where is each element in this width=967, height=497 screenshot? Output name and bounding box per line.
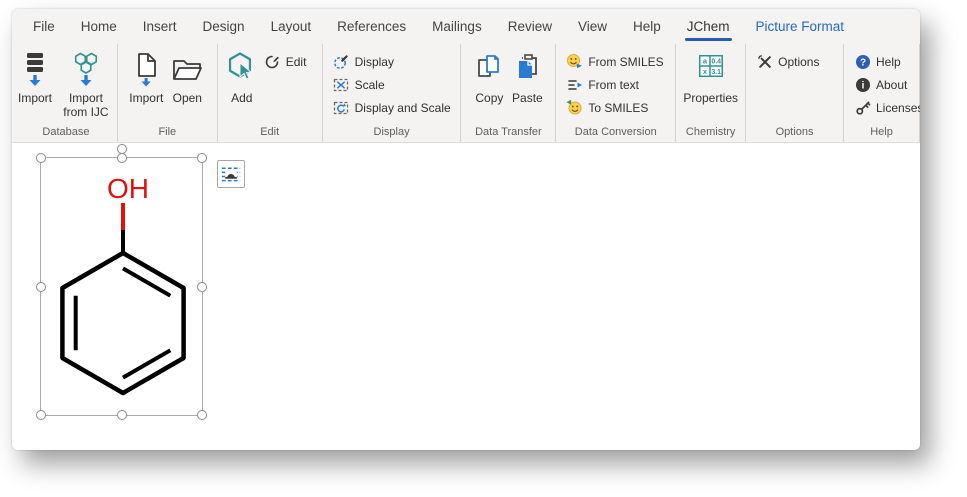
from-smiles-button[interactable]: From SMILES xyxy=(562,50,667,73)
layout-options-button[interactable] xyxy=(217,160,245,188)
hydroxyl-label: OH xyxy=(107,173,149,204)
group-edit: Add Edit Edit xyxy=(218,44,323,142)
ribbon-tab-bar: File Home Insert Design Layout Reference… xyxy=(12,9,920,44)
properties-table-icon: a 0.4 x 3.1 xyxy=(696,50,726,90)
group-label-help: Help xyxy=(844,124,919,142)
group-label-file: File xyxy=(118,124,217,142)
resize-handle-bottom-middle[interactable] xyxy=(117,410,127,420)
tab-file[interactable]: File xyxy=(20,9,68,44)
display-icon xyxy=(333,53,350,70)
tab-review[interactable]: Review xyxy=(495,9,565,44)
group-data-transfer: Copy Paste Data Transfer xyxy=(461,44,556,142)
file-import-icon xyxy=(130,50,162,90)
database-import-button[interactable]: Import xyxy=(15,47,55,105)
tab-view[interactable]: View xyxy=(565,9,620,44)
group-display: Display Scale xyxy=(323,44,462,142)
selected-structure-image[interactable]: OH xyxy=(40,157,203,416)
paste-button[interactable]: Paste xyxy=(508,47,546,105)
layout-options-icon xyxy=(218,161,244,188)
resize-handle-middle-left[interactable] xyxy=(36,282,46,292)
group-label-data-transfer: Data Transfer xyxy=(461,124,555,142)
tab-help[interactable]: Help xyxy=(620,9,674,44)
resize-handle-top-middle[interactable] xyxy=(117,153,127,163)
jchem-ribbon: Import xyxy=(12,44,920,143)
group-data-conversion: From SMILES xyxy=(556,44,676,142)
text-lines-icon xyxy=(566,76,583,93)
tab-mailings[interactable]: Mailings xyxy=(419,9,495,44)
scale-icon xyxy=(333,76,350,93)
tab-references[interactable]: References xyxy=(324,9,419,44)
tab-jchem[interactable]: JChem xyxy=(674,9,743,44)
scale-button[interactable]: Scale xyxy=(329,73,455,96)
tab-picture-format[interactable]: Picture Format xyxy=(743,9,858,44)
document-canvas[interactable]: OH xyxy=(12,143,920,449)
display-button[interactable]: Display xyxy=(329,50,455,73)
resize-handle-bottom-right[interactable] xyxy=(197,410,207,420)
group-label-options: Options xyxy=(746,124,843,142)
copy-icon xyxy=(473,50,505,90)
resize-handle-top-left[interactable] xyxy=(36,153,46,163)
group-label-display: Display xyxy=(323,124,461,142)
edit-structure-button[interactable]: Edit xyxy=(260,50,311,73)
to-smiles-button[interactable]: To SMILES xyxy=(562,96,667,119)
group-help: ? Help i About xyxy=(844,44,920,142)
phenol-structure: OH xyxy=(41,158,204,417)
database-import-icon xyxy=(19,50,51,90)
resize-handle-bottom-left[interactable] xyxy=(36,410,46,420)
svg-text:?: ? xyxy=(859,57,865,68)
licenses-button[interactable]: Licenses xyxy=(850,96,920,119)
file-import-button[interactable]: Import xyxy=(126,47,166,105)
smiley-export-icon xyxy=(566,99,583,116)
info-icon: i xyxy=(854,76,871,93)
tools-icon xyxy=(756,53,773,70)
group-label-database: Database xyxy=(15,124,117,142)
tab-home[interactable]: Home xyxy=(68,9,130,44)
display-and-scale-icon xyxy=(333,99,350,116)
add-structure-icon xyxy=(227,50,257,90)
group-options: Options Options xyxy=(746,44,844,142)
paste-icon xyxy=(511,50,543,90)
from-text-button[interactable]: From text xyxy=(562,73,667,96)
aromatic-double-bonds xyxy=(76,268,171,377)
application-window: File Home Insert Design Layout Reference… xyxy=(12,9,920,450)
help-question-icon: ? xyxy=(854,53,871,70)
benzene-ring xyxy=(62,253,183,393)
edit-structure-icon xyxy=(264,53,281,70)
file-open-button[interactable]: Open xyxy=(166,47,208,105)
resize-handle-middle-right[interactable] xyxy=(197,282,207,292)
about-button[interactable]: i About xyxy=(850,73,920,96)
group-label-chemistry: Chemistry xyxy=(676,124,745,142)
copy-button[interactable]: Copy xyxy=(470,47,508,105)
tab-insert[interactable]: Insert xyxy=(130,9,190,44)
tab-design[interactable]: Design xyxy=(190,9,258,44)
group-chemistry: a 0.4 x 3.1 Properties Chemistry xyxy=(676,44,746,142)
options-button[interactable]: Options xyxy=(752,50,823,73)
resize-handle-top-right[interactable] xyxy=(197,153,207,163)
add-structure-button[interactable]: Add xyxy=(224,47,260,105)
group-file: Import Open File xyxy=(118,44,218,142)
database-import-from-ijc-button[interactable]: Import from IJC xyxy=(55,47,117,120)
group-database: Import xyxy=(15,44,118,142)
tab-layout[interactable]: Layout xyxy=(258,9,325,44)
display-and-scale-button[interactable]: Display and Scale xyxy=(329,96,455,119)
properties-button[interactable]: a 0.4 x 3.1 Properties xyxy=(680,47,741,105)
group-label-edit: Edit xyxy=(218,124,322,142)
svg-text:3.1: 3.1 xyxy=(711,69,721,76)
key-icon xyxy=(854,99,871,116)
open-folder-icon xyxy=(169,50,205,90)
smiley-import-icon xyxy=(566,53,583,70)
svg-text:i: i xyxy=(861,80,864,91)
help-button[interactable]: ? Help xyxy=(850,50,920,73)
ijc-hexagons-icon xyxy=(70,50,102,90)
svg-text:0.4: 0.4 xyxy=(711,59,721,66)
group-label-data-conversion: Data Conversion xyxy=(556,124,675,142)
